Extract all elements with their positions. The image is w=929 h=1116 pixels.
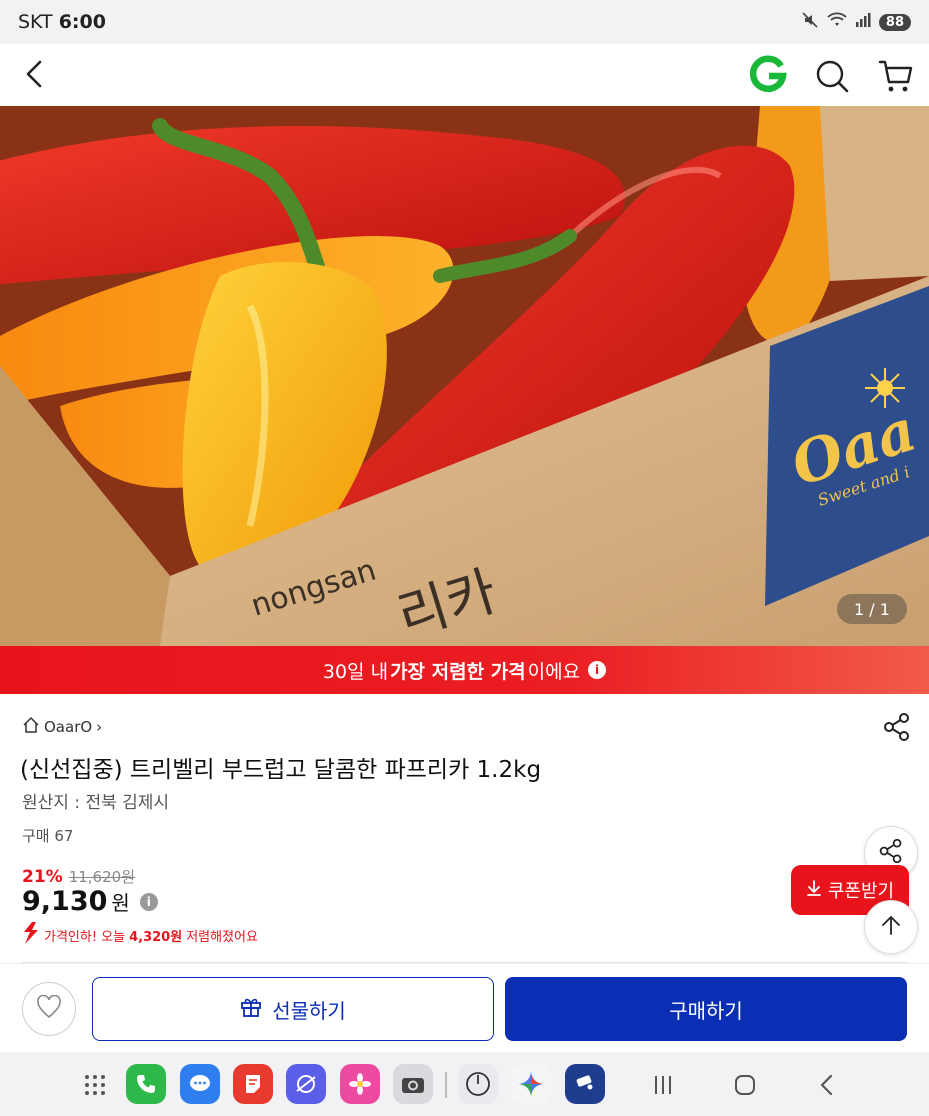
gift-button[interactable]: 선물하기 — [92, 977, 494, 1041]
original-price: 11,620원 — [68, 868, 135, 886]
scroll-to-top-button[interactable] — [864, 900, 918, 954]
internet-app-icon[interactable] — [286, 1064, 326, 1104]
mute-icon — [801, 11, 819, 33]
image-page-counter: 1 / 1 — [837, 594, 907, 624]
price-drop-arrow-icon — [22, 922, 40, 948]
battery-indicator: 88 — [878, 13, 911, 31]
coupon-label: 쿠폰받기 — [827, 881, 895, 902]
messages-app-icon[interactable] — [180, 1064, 220, 1104]
discount-rate: 21% — [22, 867, 63, 887]
lowest-price-banner[interactable]: 30일 내 가장 저렴한 가격 이에요 i — [0, 646, 929, 694]
adt-caps-app-icon[interactable] — [565, 1064, 605, 1104]
wishlist-button[interactable] — [22, 982, 76, 1036]
banner-highlight: 가장 저렴한 가격 — [390, 660, 526, 683]
store-link[interactable]: OaarO › — [22, 716, 102, 738]
gmarket-logo-icon[interactable] — [748, 54, 788, 94]
discount-row: 21% 11,620원 — [22, 866, 135, 887]
share-icon[interactable] — [882, 712, 912, 742]
system-back-icon[interactable] — [812, 1070, 842, 1100]
price-info-icon[interactable]: i — [139, 892, 158, 911]
product-title: (신선집중) 트리벨리 부드럽고 달콤한 파프리카 1.2kg — [20, 757, 542, 783]
wifi-icon — [827, 12, 847, 32]
product-image-carousel[interactable]: Oaa Sweet and i nongsan 리카 1 / 1 — [0, 106, 929, 646]
cart-icon[interactable] — [876, 56, 916, 96]
notes-app-icon[interactable] — [233, 1064, 273, 1104]
banner-info-icon[interactable]: i — [588, 661, 607, 679]
app-drawer-icon[interactable] — [80, 1070, 110, 1100]
heart-icon — [36, 994, 62, 1023]
banner-prefix: 30일 내 — [322, 660, 389, 683]
home-button-icon[interactable] — [730, 1070, 760, 1100]
gift-label: 선물하기 — [272, 998, 346, 1023]
clock: 6:00 — [58, 11, 106, 33]
share-icon — [878, 838, 904, 868]
dock-separator — [445, 1072, 447, 1098]
search-icon[interactable] — [812, 56, 852, 96]
purchase-count: 구매 67 — [22, 827, 74, 845]
top-app-bar — [0, 44, 929, 106]
chevron-right-icon: › — [96, 718, 103, 736]
status-bar: SKT 6:00 88 — [0, 0, 929, 44]
buy-button[interactable]: 구매하기 — [505, 977, 907, 1041]
store-name: OaarO — [44, 718, 93, 736]
recent-apps-icon[interactable] — [648, 1070, 678, 1100]
product-photo: Oaa Sweet and i nongsan 리카 — [0, 106, 929, 646]
bottom-action-bar: 선물하기 구매하기 — [0, 963, 929, 1051]
price-drop-amount: 4,320원 — [129, 929, 183, 945]
gallery-app-icon[interactable] — [340, 1064, 380, 1104]
currency-label: 원 — [111, 891, 130, 915]
status-left: SKT 6:00 — [18, 11, 106, 33]
status-icons: 88 — [801, 11, 911, 33]
product-origin: 원산지 : 전북 김제시 — [22, 793, 170, 813]
signal-icon — [855, 12, 871, 32]
price-row: 9,130 원 i — [22, 886, 158, 917]
clock-app-icon[interactable] — [458, 1064, 498, 1104]
system-navigation-bar — [0, 1052, 929, 1116]
price-drop-suffix: 저렴해졌어요 — [186, 929, 258, 945]
banner-suffix: 이에요 — [527, 660, 581, 683]
sale-price: 9,130 — [22, 886, 108, 917]
carrier: SKT — [18, 11, 53, 33]
back-icon[interactable] — [18, 56, 54, 92]
camera-app-icon[interactable] — [393, 1064, 433, 1104]
phone-app-icon[interactable] — [126, 1064, 166, 1104]
arrow-up-icon — [879, 913, 903, 941]
price-drop-prefix: 가격인하! 오늘 — [44, 929, 126, 945]
gemini-app-icon[interactable] — [511, 1064, 551, 1104]
gift-icon — [240, 996, 262, 1023]
price-drop-notice: 가격인하! 오늘 4,320원 저렴해졌어요 — [22, 922, 258, 948]
download-icon — [806, 879, 822, 902]
home-icon — [22, 716, 40, 738]
